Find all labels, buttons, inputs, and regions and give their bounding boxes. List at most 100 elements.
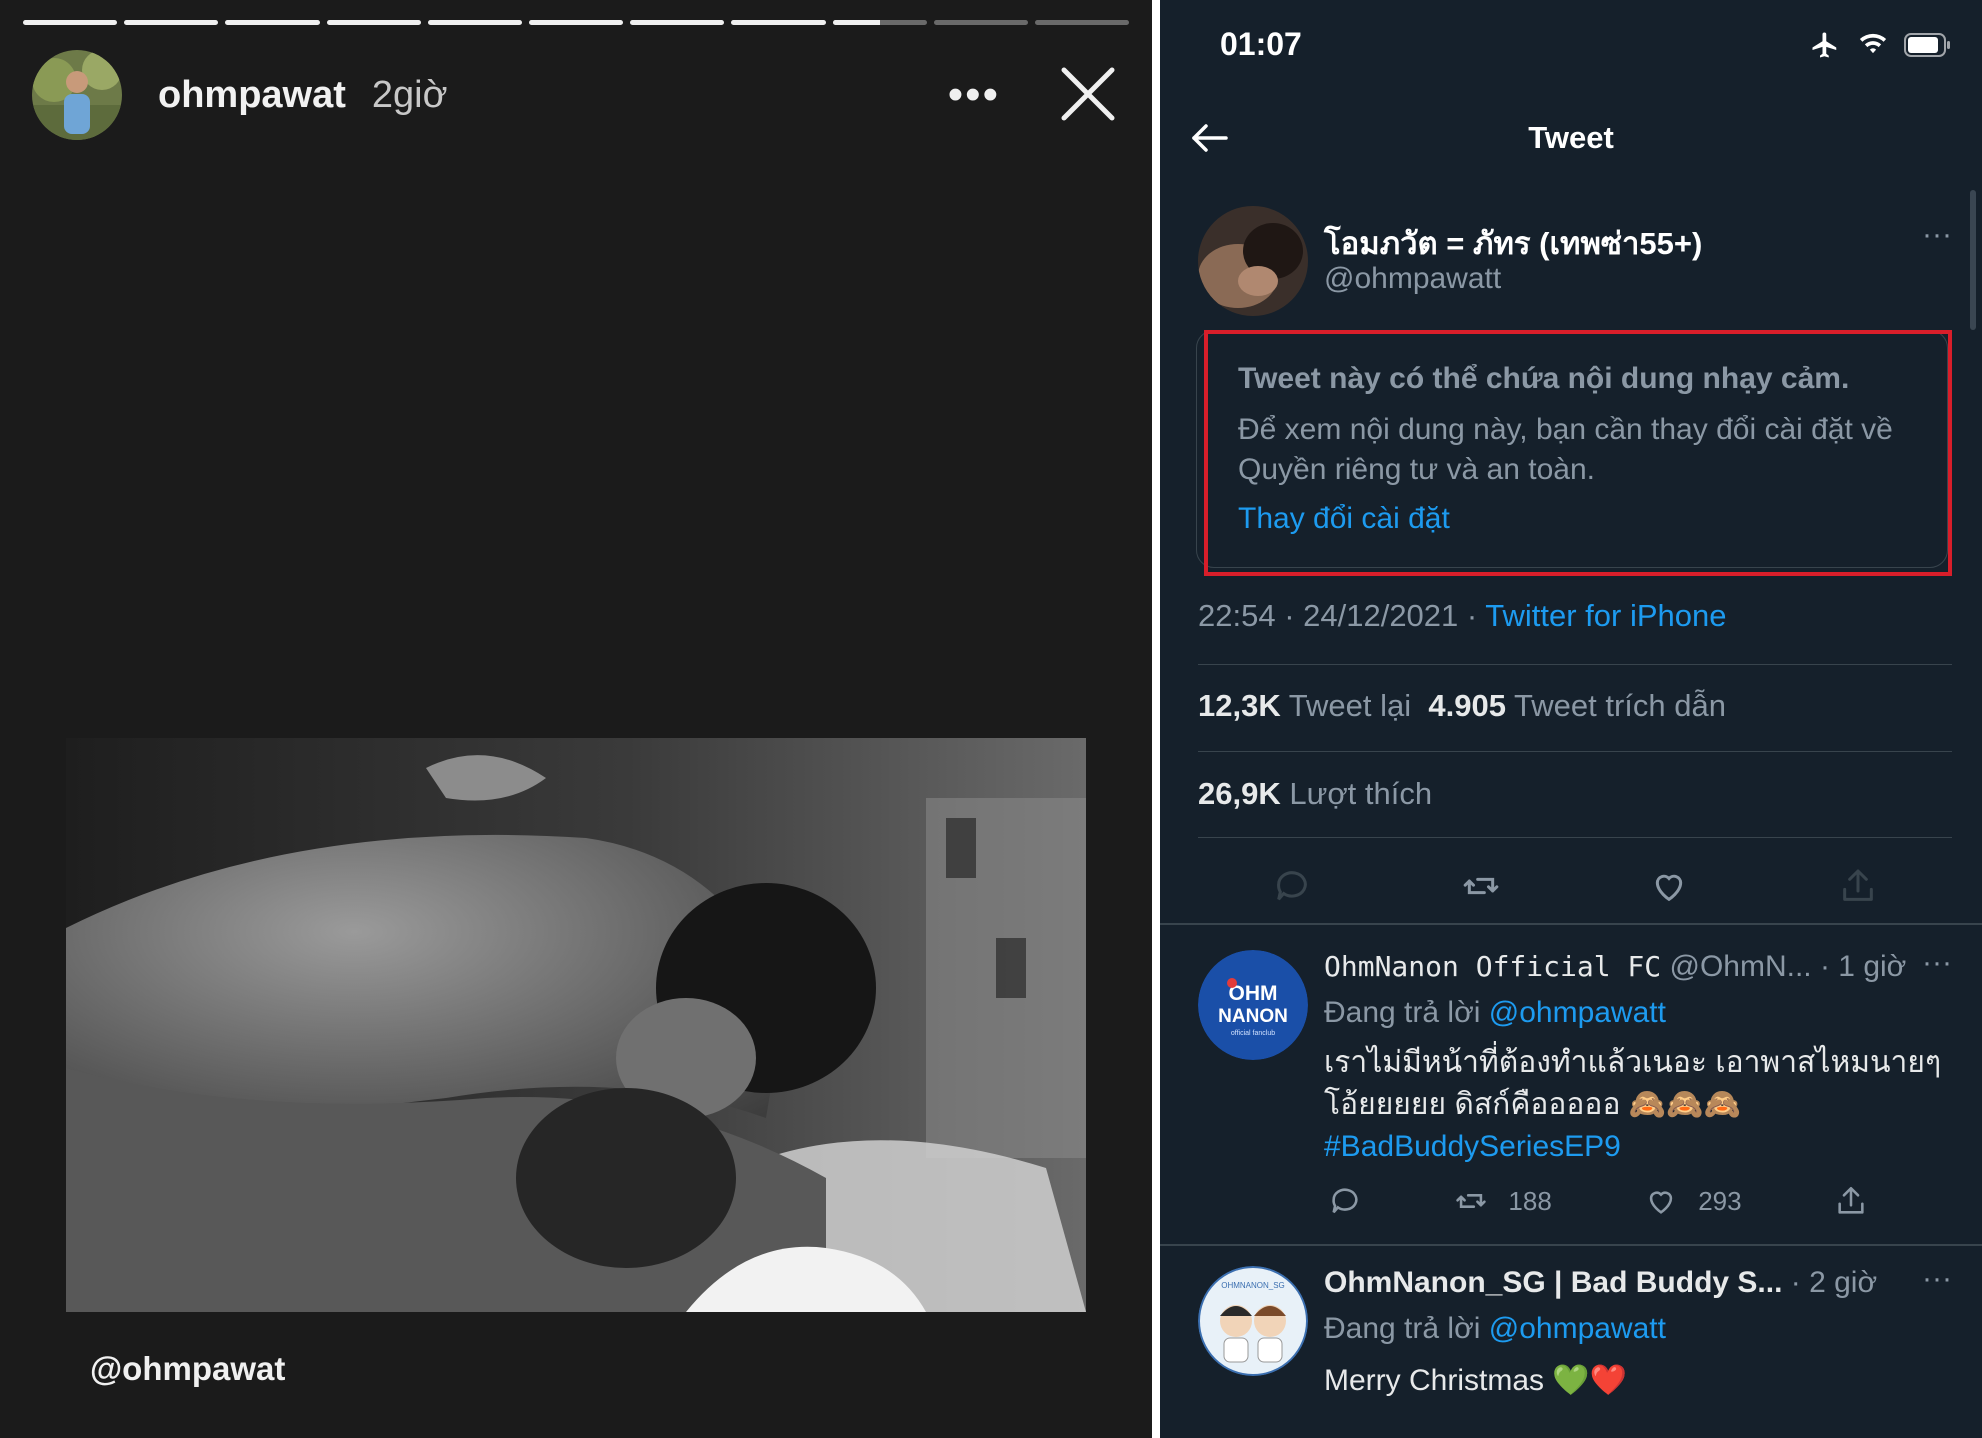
reply-author-handle: @OhmN... <box>1669 950 1812 983</box>
tweet-header: โอมภวัต = ภัทร (เทพซ่า55+) @ohmpawatt ··… <box>1198 206 1952 316</box>
reply-author-name: OhmNanon_SG | Bad Buddy S... <box>1324 1266 1783 1299</box>
replying-to: Đang trả lời @ohmpawatt <box>1324 996 1666 1030</box>
avatar-text: OHMNANON_SG <box>1221 1281 1285 1290</box>
retweet-icon[interactable] <box>1461 866 1501 906</box>
warning-title: Tweet này có thể chứa nội dung nhạy cảm. <box>1238 362 1850 395</box>
divider <box>1198 751 1952 752</box>
story-progress-fill <box>427 20 522 25</box>
reply-icon[interactable] <box>1272 866 1312 906</box>
story-progress-segment <box>731 20 826 25</box>
replying-to: Đang trả lời @ohmpawatt <box>1324 1312 1666 1346</box>
replying-to-link[interactable]: @ohmpawatt <box>1489 1312 1666 1345</box>
close-icon[interactable] <box>1056 62 1120 126</box>
tweet-action-bar <box>1198 856 1952 916</box>
story-progress-segment <box>326 20 421 25</box>
replying-to-link[interactable]: @ohmpawatt <box>1489 996 1666 1029</box>
avatar-text-fanclub: official fanclub <box>1231 1030 1275 1037</box>
avatar-text-nanon: NANON <box>1218 1006 1288 1027</box>
author-avatar[interactable] <box>1198 206 1308 316</box>
top-nav: Tweet <box>1190 110 1952 166</box>
story-progress-segment <box>225 20 320 25</box>
retweet-icon <box>1456 1194 1487 1208</box>
story-progress-fill <box>731 20 826 25</box>
quote-label: Tweet trích dẫn <box>1514 688 1726 723</box>
reply-action-bar: 188 293 <box>1328 1184 1868 1218</box>
divider <box>1198 837 1952 838</box>
story-progress-bar <box>23 20 1130 27</box>
airplane-mode-icon <box>1812 32 1837 58</box>
status-bar: 01:07 <box>1220 26 1952 70</box>
reply-avatar[interactable]: OHM NANON official fanclub <box>1198 950 1308 1060</box>
story-progress-fill <box>630 20 725 25</box>
story-timestamp: 2giờ <box>371 73 448 116</box>
battery-icon <box>1904 33 1950 57</box>
reply-text-line1: Merry Christmas 💚❤️ <box>1324 1364 1628 1397</box>
reply-time: · 1 giờ <box>1819 950 1907 983</box>
reply-tweet[interactable]: OHMNANON_SG OhmNanon_SG | Bad Buddy S...… <box>1198 1262 1952 1436</box>
reply-author-name: OhmNanon Official FC <box>1324 950 1662 983</box>
replying-prefix: Đang trả lời <box>1324 996 1489 1029</box>
change-settings-link[interactable]: Thay đổi cài đặt <box>1238 502 1450 536</box>
more-icon[interactable]: ··· <box>1922 946 1952 980</box>
story-progress-fill <box>124 20 219 25</box>
more-icon[interactable]: ··· <box>1922 218 1952 252</box>
hashtag-link[interactable]: #BadBuddySeriesEP9 <box>1324 1130 1621 1164</box>
share-icon <box>1838 1186 1864 1214</box>
wifi-icon <box>1859 33 1887 54</box>
scrollbar[interactable] <box>1970 190 1976 330</box>
story-progress-segment <box>124 20 219 25</box>
divider <box>1198 664 1952 665</box>
story-progress-segment <box>427 20 522 25</box>
status-time: 01:07 <box>1220 26 1302 62</box>
divider <box>1160 923 1982 925</box>
like-icon[interactable] <box>1649 866 1689 906</box>
story-mention-tag[interactable]: @ohmpawat <box>90 1350 285 1388</box>
warning-body: Để xem nội dung này, bạn cần thay đổi cà… <box>1238 413 1893 486</box>
panel-divider <box>1152 0 1160 1438</box>
story-progress-segment <box>23 20 118 25</box>
story-progress-fill <box>225 20 320 25</box>
story-progress-fill <box>326 20 421 25</box>
reply-avatar[interactable]: OHMNANON_SG <box>1198 1266 1308 1376</box>
like-stats[interactable]: 26,9K Lượt thích <box>1198 776 1432 812</box>
retweet-count: 12,3K <box>1198 688 1281 723</box>
story-progress-segment <box>630 20 725 25</box>
reply-tweet[interactable]: OHM NANON official fanclub OhmNanon Offi… <box>1198 946 1952 1240</box>
quote-count: 4.905 <box>1428 688 1506 723</box>
reply-button[interactable] <box>1328 1184 1362 1218</box>
story-progress-segment <box>528 20 624 25</box>
reply-author[interactable]: OhmNanon_SG | Bad Buddy S... · 2 giờ <box>1324 1266 1877 1300</box>
share-icon[interactable] <box>1838 866 1878 906</box>
twitter-screen: 01:07 Tweet โอมภวัต = ภัทร (เทพซ่า55+) @… <box>1160 0 1982 1438</box>
replying-prefix: Đang trả lời <box>1324 1312 1489 1345</box>
like-count: 26,9K <box>1198 776 1281 811</box>
story-progress-fill <box>832 20 880 25</box>
retweet-count: 188 <box>1508 1185 1552 1216</box>
tweet-meta: 22:54 · 24/12/2021 · Twitter for iPhone <box>1198 598 1726 634</box>
retweet-stats[interactable]: 12,3K Tweet lại 4.905 Tweet trích dẫn <box>1198 688 1726 724</box>
story-viewer: ohmpawat 2giờ ••• @ohmpawat <box>0 0 1152 1438</box>
story-header: ohmpawat 2giờ ••• <box>32 50 1120 140</box>
retweet-button[interactable]: 188 <box>1454 1184 1552 1218</box>
share-button[interactable] <box>1834 1184 1868 1218</box>
more-icon[interactable]: ··· <box>1922 1262 1952 1296</box>
reply-text-line1: เราไม่มีหน้าที่ต้องทำแล้วเนอะ เอาพาสไหมน… <box>1324 1046 1942 1079</box>
reply-icon <box>1332 1188 1358 1214</box>
story-avatar[interactable] <box>32 50 122 140</box>
reply-time: · 2 giờ <box>1790 1266 1878 1299</box>
retweet-label: Tweet lại <box>1288 688 1412 723</box>
like-button[interactable]: 293 <box>1644 1184 1742 1218</box>
story-progress-segment <box>933 20 1028 25</box>
back-arrow-icon[interactable] <box>1190 118 1230 158</box>
story-photo <box>66 738 1086 1312</box>
tweet-timestamp: 22:54 · 24/12/2021 · <box>1198 598 1486 633</box>
story-progress-segment <box>1034 20 1130 25</box>
more-options-icon[interactable]: ••• <box>948 70 1000 120</box>
like-icon <box>1650 1191 1673 1214</box>
tweet-source-link[interactable]: Twitter for iPhone <box>1485 598 1726 633</box>
author-handle[interactable]: @ohmpawatt <box>1324 262 1501 296</box>
story-username[interactable]: ohmpawat <box>158 74 346 117</box>
reply-author[interactable]: OhmNanon Official FC @OhmN... · 1 giờ <box>1324 950 1906 984</box>
story-progress-segment <box>832 20 927 25</box>
author-display-name[interactable]: โอมภวัต = ภัทร (เทพซ่า55+) <box>1324 218 1702 268</box>
